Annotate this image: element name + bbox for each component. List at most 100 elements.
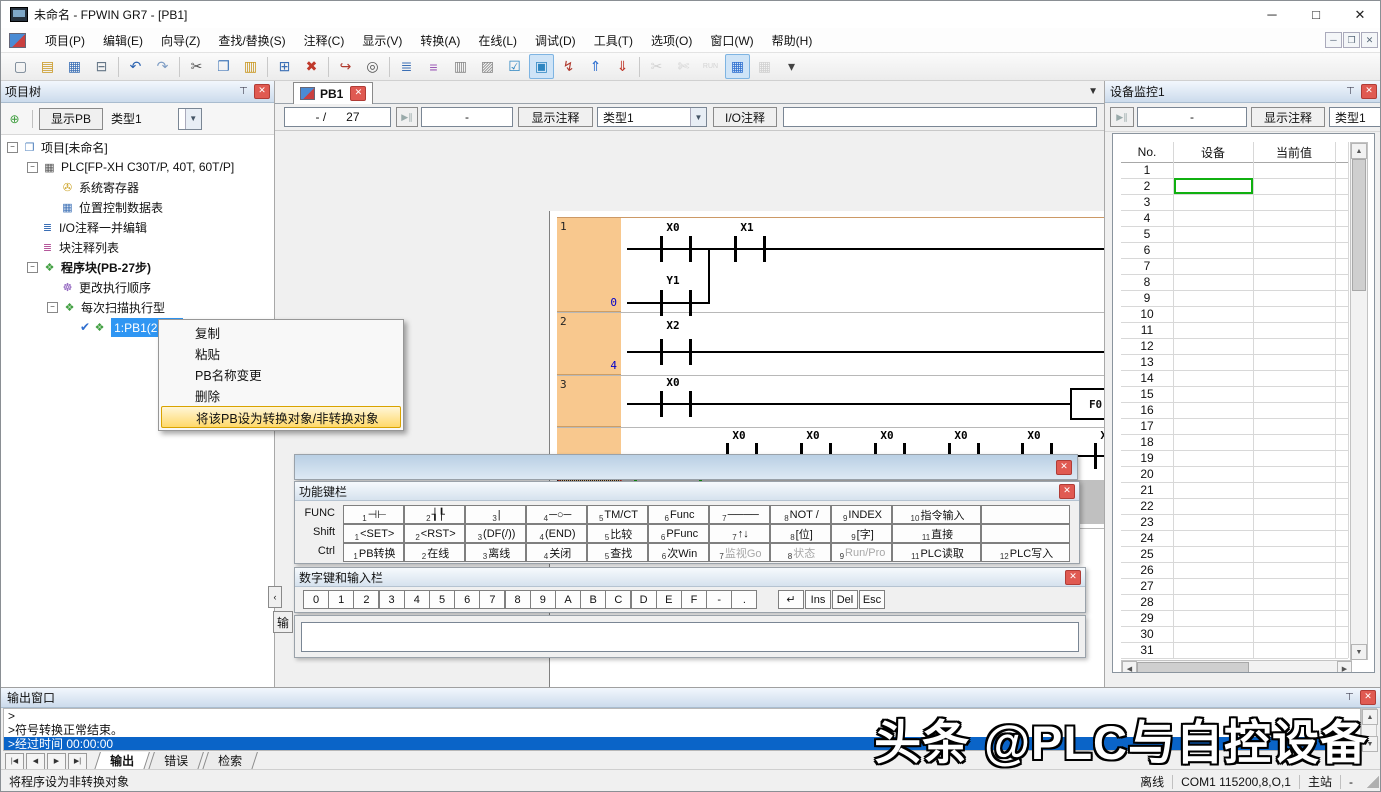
open-file-icon[interactable]: ▤ xyxy=(35,54,60,79)
step-position-field[interactable]: - / 27 xyxy=(284,107,391,127)
monitor-window-2-icon[interactable]: ▦ xyxy=(752,54,777,79)
function-key-shift-4[interactable]: 4(END) xyxy=(526,524,587,543)
numkey-7[interactable]: 7 xyxy=(479,590,505,609)
tree-item-3[interactable]: ▦位置控制数据表 xyxy=(1,197,274,217)
close-icon[interactable]: ✕ xyxy=(1056,460,1072,475)
pin-icon[interactable]: ⊤ xyxy=(1344,85,1357,98)
tree-expander-icon[interactable]: − xyxy=(27,262,38,273)
scroll-thumb[interactable] xyxy=(1352,159,1366,291)
function-key-shift-7[interactable]: 7↑↓ xyxy=(709,524,770,543)
monitor-value-field[interactable]: - xyxy=(1137,107,1247,127)
contact-x1[interactable] xyxy=(734,236,766,262)
numkey-8[interactable]: 8 xyxy=(505,590,531,609)
tree-item-6[interactable]: −❖程序块(PB-27步) xyxy=(1,257,274,277)
device-monitor-close-icon[interactable]: ✕ xyxy=(1361,84,1377,99)
numkey-B[interactable]: B xyxy=(580,590,606,609)
step-stop-icon[interactable]: ▨ xyxy=(475,54,500,79)
function-key-func-10[interactable]: 10指令输入 xyxy=(892,505,981,524)
menu-item-12[interactable]: 帮助(H) xyxy=(763,29,822,52)
function-key-func-8[interactable]: 8NOT / xyxy=(770,505,831,524)
numkey-2[interactable]: 2 xyxy=(353,590,379,609)
table-vscrollbar[interactable]: ▲▼ xyxy=(1350,142,1368,660)
context-menu-item-3[interactable]: 删除 xyxy=(159,385,403,406)
online-edit-icon[interactable]: ▣ xyxy=(529,54,554,79)
numkey-4[interactable]: 4 xyxy=(404,590,430,609)
show-comment-button[interactable]: 显示注释 xyxy=(1251,107,1325,127)
show-pb-button[interactable]: 显示PB xyxy=(39,108,103,130)
function-key-ctrl-8[interactable]: 8状态 xyxy=(770,543,831,562)
numkey-action-del[interactable]: Del xyxy=(832,590,858,609)
output-close-icon[interactable]: ✕ xyxy=(1360,690,1376,705)
upload-plc-icon[interactable]: ⇑ xyxy=(583,54,608,79)
function-key-ctrl-4[interactable]: 4关闭 xyxy=(526,543,587,562)
download-plc-icon[interactable]: ⇓ xyxy=(610,54,635,79)
numkey-action-ins[interactable]: Ins xyxy=(805,590,831,609)
numkey-action-↵[interactable]: ↵ xyxy=(778,590,804,609)
menu-item-11[interactable]: 窗口(W) xyxy=(701,29,762,52)
monitor-run-icon[interactable]: ▶∥ xyxy=(1110,107,1134,127)
tree-expander-icon[interactable]: − xyxy=(27,162,38,173)
menu-item-8[interactable]: 调试(D) xyxy=(526,29,585,52)
paste-icon[interactable]: ▥ xyxy=(238,54,263,79)
collapse-chevron-icon[interactable]: ‹ xyxy=(268,586,282,608)
monitor-run-icon[interactable]: ▶∥ xyxy=(396,107,418,127)
delete-row-icon[interactable]: ✖ xyxy=(299,54,324,79)
numkey-D[interactable]: D xyxy=(631,590,657,609)
tree-item-7[interactable]: ☸更改执行顺序 xyxy=(1,277,274,297)
numkey-0[interactable]: 0 xyxy=(303,590,329,609)
pb-filter-icon[interactable]: ⊕ xyxy=(7,112,22,126)
tree-item-0[interactable]: −❐项目[未命名] xyxy=(1,137,274,157)
menu-item-7[interactable]: 在线(L) xyxy=(469,29,526,52)
contact-y1-branch[interactable] xyxy=(660,290,692,316)
comment-edit-field[interactable] xyxy=(783,107,1097,127)
cut-icon[interactable]: ✂ xyxy=(184,54,209,79)
function-key-shift-3[interactable]: 3(DF(/)) xyxy=(465,524,526,543)
numkey--[interactable]: - xyxy=(706,590,732,609)
tree-expander-icon[interactable]: − xyxy=(7,142,18,153)
contact-x2[interactable] xyxy=(660,339,692,365)
menu-item-6[interactable]: 转换(A) xyxy=(411,29,469,52)
numkey-close-icon[interactable]: ✕ xyxy=(1065,570,1081,585)
context-menu-item-2[interactable]: PB名称变更 xyxy=(159,364,403,385)
undo-icon[interactable]: ↶ xyxy=(123,54,148,79)
function-key-func-5[interactable]: 5TM/CT xyxy=(587,505,648,524)
pin-icon[interactable]: ⊤ xyxy=(1343,691,1356,704)
copy-icon[interactable]: ❐ xyxy=(211,54,236,79)
function-key-ctrl-5[interactable]: 5查找 xyxy=(587,543,648,562)
function-key-ctrl-2[interactable]: 2在线 xyxy=(404,543,465,562)
function-key-func-4[interactable]: 4─○─ xyxy=(526,505,587,524)
numkey-1[interactable]: 1 xyxy=(328,590,354,609)
output-tab-输出[interactable]: 输出 xyxy=(94,752,150,770)
resize-grip[interactable] xyxy=(1367,776,1379,788)
run-mode-icon[interactable]: RUN xyxy=(698,54,723,79)
monitor-type-select[interactable]: 类型1 xyxy=(1329,107,1381,127)
function-key-ctrl-12[interactable]: 12PLC写入 xyxy=(981,543,1070,562)
function-key-shift-2[interactable]: 2<RST> xyxy=(404,524,465,543)
comment-type-select[interactable]: 类型1 ▼ xyxy=(597,107,707,127)
function-key-func-6[interactable]: 6Func xyxy=(648,505,709,524)
menu-item-5[interactable]: 显示(V) xyxy=(353,29,411,52)
show-comment-button[interactable]: 显示注释 xyxy=(518,107,593,127)
program-check-icon[interactable]: ☑ xyxy=(502,54,527,79)
find-icon[interactable]: ◎ xyxy=(360,54,385,79)
contact-x0[interactable] xyxy=(660,236,692,262)
tab-pb1[interactable]: PB1 ✕ xyxy=(293,82,373,104)
monitor-window-icon[interactable]: ▦ xyxy=(725,54,750,79)
function-key-close-icon[interactable]: ✕ xyxy=(1059,484,1075,499)
output-nav-0-icon[interactable]: |◀ xyxy=(5,753,24,770)
tree-expander-icon[interactable]: − xyxy=(47,302,58,313)
numkey-E[interactable]: E xyxy=(656,590,682,609)
numkey-F[interactable]: F xyxy=(681,590,707,609)
new-file-icon[interactable]: ▢ xyxy=(8,54,33,79)
function-key-func-1[interactable]: 1⊣⊢ xyxy=(343,505,404,524)
numkey-.[interactable]: . xyxy=(731,590,757,609)
scroll-up-icon[interactable]: ▲ xyxy=(1351,143,1367,159)
function-key-ctrl-1[interactable]: 1PB转换 xyxy=(343,543,404,562)
step-run-icon[interactable]: ▥ xyxy=(448,54,473,79)
plug-icon[interactable]: ↯ xyxy=(556,54,581,79)
minimize-button[interactable]: ─ xyxy=(1250,2,1294,28)
rung-number-cell[interactable]: 2 4 xyxy=(557,313,621,375)
function-key-func-2[interactable]: 2┧┞ xyxy=(404,505,465,524)
menu-item-9[interactable]: 工具(T) xyxy=(585,29,642,52)
menu-item-2[interactable]: 向导(Z) xyxy=(152,29,209,52)
